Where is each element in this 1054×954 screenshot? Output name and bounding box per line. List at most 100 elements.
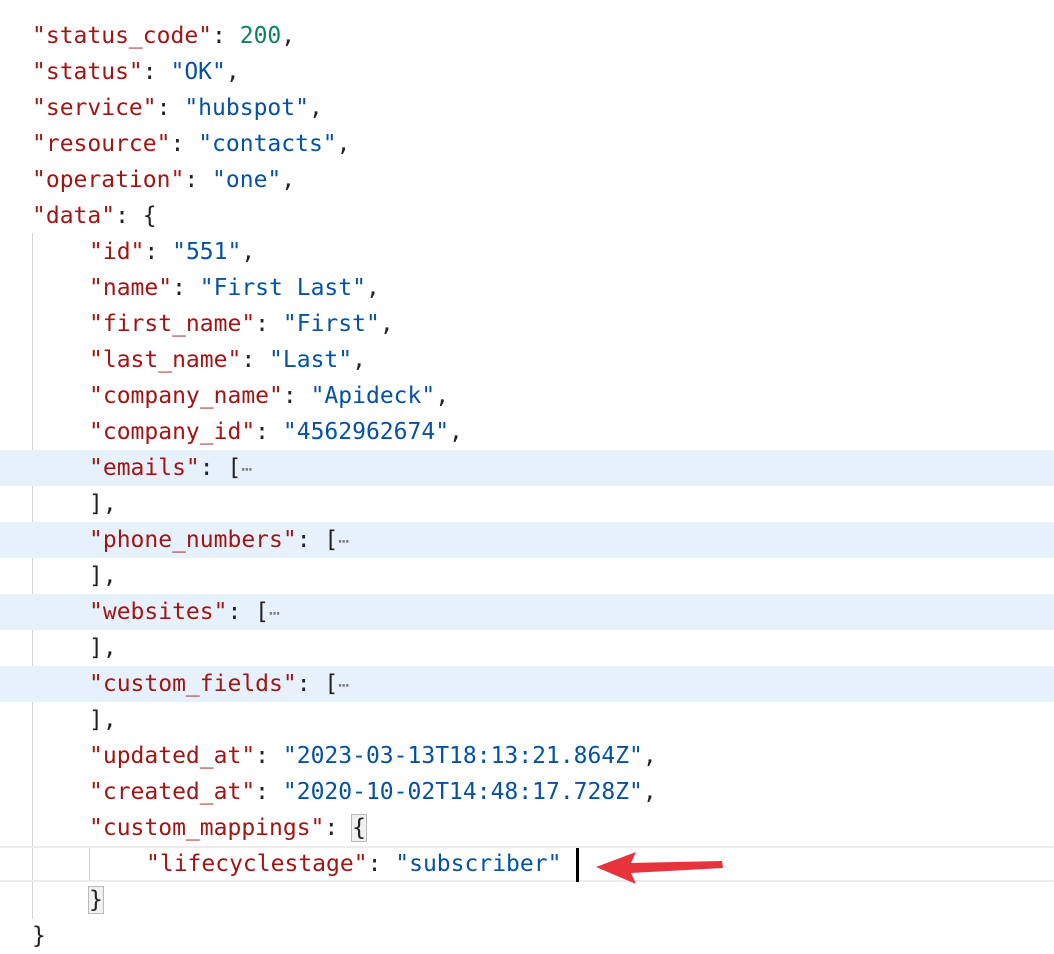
json-punctuation: ],	[89, 707, 117, 733]
json-punctuation: : [	[296, 527, 339, 553]
json-punctuation: :	[144, 239, 173, 265]
line-content: "custom_fields": [⋯	[89, 666, 349, 704]
json-punctuation: ,	[379, 311, 394, 337]
text-cursor	[576, 848, 579, 882]
json-punctuation: :	[170, 131, 199, 157]
line-content: "websites": [⋯	[89, 594, 280, 632]
json-punctuation: ,	[241, 239, 256, 265]
fold-ellipsis-icon[interactable]: ⋯	[338, 531, 349, 552]
folded-line[interactable]: "emails": [⋯	[0, 450, 1054, 486]
json-punctuation: ,	[281, 23, 296, 49]
json-punctuation: :	[184, 167, 213, 193]
code-line: "status_code": 200,	[0, 18, 1054, 54]
json-string-value: "OK"	[170, 59, 226, 85]
line-content: "name": "First Last",	[89, 270, 380, 306]
json-key: "data"	[32, 203, 116, 229]
json-string-value: "one"	[212, 167, 282, 193]
code-line: ],	[0, 558, 1054, 594]
code-line: "first_name": "First",	[0, 306, 1054, 342]
line-content: "created_at": "2020-10-02T14:48:17.728Z"…	[89, 774, 657, 810]
json-key: "custom_fields"	[89, 671, 297, 697]
json-key: "status"	[32, 59, 143, 85]
code-line: "company_name": "Apideck",	[0, 378, 1054, 414]
json-punctuation: ,	[308, 95, 323, 121]
fold-ellipsis-icon[interactable]: ⋯	[269, 603, 280, 624]
line-content: "last_name": "Last",	[89, 342, 366, 378]
matched-brace: {	[351, 814, 367, 842]
json-punctuation: :	[156, 95, 185, 121]
json-punctuation: :	[324, 815, 353, 841]
json-punctuation: ,	[642, 743, 657, 769]
json-key: "phone_numbers"	[89, 527, 297, 553]
json-key: "company_name"	[89, 383, 283, 409]
json-key: "name"	[89, 275, 173, 301]
json-key: "resource"	[32, 131, 171, 157]
code-line: "operation": "one",	[0, 162, 1054, 198]
line-content: ],	[89, 558, 117, 594]
json-punctuation: ,	[365, 275, 380, 301]
json-string-value: "subscriber"	[395, 851, 562, 877]
json-punctuation: ,	[352, 347, 366, 373]
json-punctuation: ,	[281, 167, 296, 193]
json-punctuation: :	[367, 851, 396, 877]
json-key: "status_code"	[32, 23, 213, 49]
json-punctuation: :	[255, 419, 283, 445]
code-line: "data": {	[0, 198, 1054, 234]
json-string-value: "2023-03-13T18:13:21.864Z"	[282, 743, 643, 769]
json-string-value: "4562962674"	[282, 419, 450, 445]
code-line: ],	[0, 702, 1054, 738]
json-punctuation: ,	[642, 779, 657, 805]
json-key: "operation"	[32, 167, 185, 193]
json-string-value: "First Last"	[199, 275, 366, 301]
line-content: "service": "hubspot",	[32, 90, 323, 126]
folded-line[interactable]: "custom_fields": [⋯	[0, 666, 1054, 702]
line-content: "phone_numbers": [⋯	[89, 522, 349, 560]
code-line: "custom_mappings": {	[0, 810, 1054, 846]
json-punctuation: ,	[225, 59, 240, 85]
code-line: }	[0, 918, 1054, 954]
json-key: "company_id"	[89, 419, 256, 445]
json-key: "first_name"	[89, 311, 256, 337]
code-line: "status": "OK",	[0, 54, 1054, 90]
json-punctuation: }	[32, 923, 46, 949]
json-string-value: "551"	[172, 239, 242, 265]
json-punctuation: : [	[199, 455, 242, 481]
line-content: "data": {	[32, 198, 157, 234]
line-content: "lifecyclestage": "subscriber"	[146, 846, 561, 882]
red-arrow-icon	[596, 852, 723, 884]
json-punctuation: :	[282, 383, 311, 409]
code-line: "updated_at": "2023-03-13T18:13:21.864Z"…	[0, 738, 1054, 774]
folded-line[interactable]: "websites": [⋯	[0, 594, 1054, 630]
json-string-value: "Apideck"	[310, 383, 436, 409]
line-content: "status": "OK",	[32, 54, 240, 90]
current-line: "lifecyclestage": "subscriber"	[0, 846, 1054, 882]
code-line: "service": "hubspot",	[0, 90, 1054, 126]
line-content: "custom_mappings": {	[89, 810, 367, 846]
line-content: "emails": [⋯	[89, 450, 252, 488]
json-punctuation: : [	[227, 599, 270, 625]
json-punctuation: ],	[89, 635, 117, 661]
json-key: "id"	[89, 239, 145, 265]
json-string-value: "hubspot"	[184, 95, 309, 121]
json-key: "emails"	[89, 455, 200, 481]
line-content: "operation": "one",	[32, 162, 295, 198]
code-line: "id": "551",	[0, 234, 1054, 270]
json-key: "websites"	[89, 599, 228, 625]
json-key: "created_at"	[89, 779, 256, 805]
line-content: "updated_at": "2023-03-13T18:13:21.864Z"…	[89, 738, 657, 774]
code-line: "name": "First Last",	[0, 270, 1054, 306]
json-punctuation: :	[172, 275, 200, 301]
json-string-value: "contacts"	[198, 131, 337, 157]
line-content: "first_name": "First",	[89, 306, 394, 342]
folded-line[interactable]: "phone_numbers": [⋯	[0, 522, 1054, 558]
line-content: }	[88, 882, 104, 918]
fold-ellipsis-icon[interactable]: ⋯	[338, 675, 349, 696]
json-punctuation: :	[255, 779, 283, 805]
code-line: "last_name": "Last",	[0, 342, 1054, 378]
fold-ellipsis-icon[interactable]: ⋯	[241, 459, 252, 480]
line-content: "status_code": 200,	[32, 18, 295, 54]
code-line: }	[0, 882, 1054, 918]
json-string-value: "2020-10-02T14:48:17.728Z"	[282, 779, 643, 805]
line-content: "id": "551",	[89, 234, 255, 270]
line-content: "company_name": "Apideck",	[89, 378, 449, 414]
